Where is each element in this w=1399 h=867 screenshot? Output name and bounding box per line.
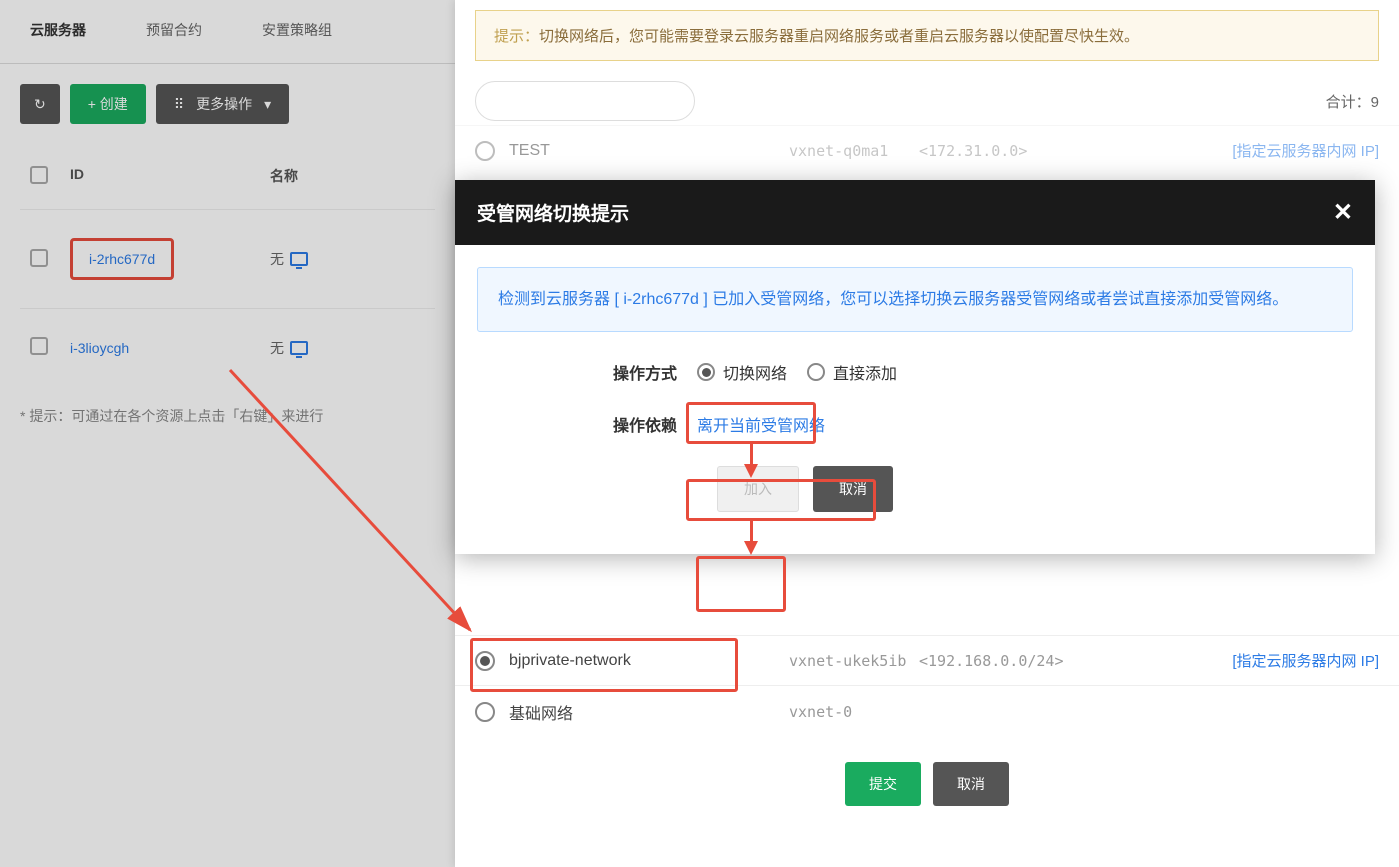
modal-body: 检测到云服务器 [ i-2rhc677d ] 已加入受管网络，您可以选择切换云服… — [455, 245, 1375, 554]
search-input[interactable] — [475, 81, 695, 121]
hint-text: * 提示：可通过在各个资源上点击「右键」来进行 — [0, 386, 455, 446]
info-box: 检测到云服务器 [ i-2rhc677d ] 已加入受管网络，您可以选择切换云服… — [477, 267, 1353, 332]
network-name: bjprivate-network — [509, 652, 789, 670]
modal-cancel-button[interactable]: 取消 — [813, 466, 893, 512]
col-id: ID — [70, 166, 270, 187]
create-button[interactable]: + 创建 — [70, 84, 146, 124]
op-mode-label: 操作方式 — [477, 360, 697, 384]
arrow-down-icon — [744, 541, 758, 555]
refresh-button[interactable]: ↻ — [20, 84, 60, 124]
radio-label: 直接添加 — [833, 360, 897, 384]
warning-text: 切换网络后，您可能需要登录云服务器重启网络服务或者重启云服务器以使配置尽快生效。 — [539, 28, 1139, 45]
table-row[interactable]: i-3lioycgh 无 — [20, 308, 435, 386]
op-depend-label: 操作依赖 — [477, 412, 697, 436]
modal-title: 受管网络切换提示 — [477, 199, 629, 226]
network-id: vxnet-q0ma1 — [789, 142, 919, 160]
tab-bar: 云服务器 预留合约 安置策略组 — [0, 0, 455, 64]
network-cidr: <192.168.0.0/24> — [919, 652, 1059, 670]
network-row[interactable]: bjprivate-network vxnet-ukek5ib <192.168… — [455, 635, 1399, 685]
arrow-down-icon — [744, 464, 758, 478]
total-label: 合计： — [1326, 94, 1371, 111]
op-mode-row: 操作方式 切换网络 直接添加 — [477, 360, 1353, 384]
op-depend-row: 操作依赖 离开当前受管网络 — [477, 412, 1353, 436]
main-panel: 云服务器 预留合约 安置策略组 ↻ + 创建 ⠿ 更多操作 ▾ ID 名称 i-… — [0, 0, 455, 867]
grid-icon: ⠿ — [174, 96, 184, 113]
table-row[interactable]: i-2rhc677d 无 — [20, 209, 435, 308]
radio-switch-network[interactable]: 切换网络 — [697, 360, 787, 384]
table-header: ID 名称 — [20, 144, 435, 209]
radio-direct-add[interactable]: 直接添加 — [807, 360, 897, 384]
chevron-down-icon: ▾ — [264, 96, 271, 113]
name-text: 无 — [270, 338, 284, 358]
tab-reserved[interactable]: 预留合约 — [116, 0, 232, 63]
switch-network-modal: 受管网络切换提示 ✕ 检测到云服务器 [ i-2rhc677d ] 已加入受管网… — [455, 180, 1375, 554]
leave-network-link[interactable]: 离开当前受管网络 — [697, 412, 825, 436]
cancel-button[interactable]: 取消 — [933, 762, 1009, 806]
network-id: vxnet-0 — [789, 703, 919, 721]
more-label: 更多操作 — [196, 94, 252, 114]
network-radio[interactable] — [475, 702, 495, 722]
radio-icon — [807, 363, 825, 381]
network-radio[interactable] — [475, 651, 495, 671]
tab-vm[interactable]: 云服务器 — [0, 0, 116, 63]
search-row: 合计：9 — [455, 71, 1399, 125]
total-value: 9 — [1371, 94, 1379, 111]
vm-table: ID 名称 i-2rhc677d 无 i-3lioycgh 无 — [0, 144, 455, 386]
network-row[interactable]: TEST vxnet-q0ma1 <172.31.0.0> [指定云服务器内网 … — [455, 125, 1399, 175]
network-row[interactable]: 基础网络 vxnet-0 — [455, 685, 1399, 738]
monitor-icon[interactable] — [290, 252, 308, 266]
radio-label: 切换网络 — [723, 360, 787, 384]
more-actions-button[interactable]: ⠿ 更多操作 ▾ — [156, 84, 289, 124]
tab-placement[interactable]: 安置策略组 — [232, 0, 362, 63]
join-button[interactable]: 加入 — [717, 466, 799, 512]
assign-ip-link[interactable]: [指定云服务器内网 IP] — [1232, 650, 1379, 671]
annotation-arrow — [750, 444, 753, 466]
vm-id-link[interactable]: i-2rhc677d — [70, 238, 174, 280]
name-text: 无 — [270, 249, 284, 269]
monitor-icon[interactable] — [290, 341, 308, 355]
network-radio[interactable] — [475, 141, 495, 161]
total-count: 合计：9 — [1326, 91, 1379, 112]
assign-ip-link[interactable]: [指定云服务器内网 IP] — [1232, 140, 1379, 161]
network-cidr: <172.31.0.0> — [919, 142, 1059, 160]
submit-button[interactable]: 提交 — [845, 762, 921, 806]
row-checkbox[interactable] — [30, 249, 48, 267]
modal-actions: 加入 取消 — [477, 466, 1353, 532]
warning-prefix: 提示： — [494, 28, 539, 45]
network-name: 基础网络 — [509, 700, 789, 724]
row-checkbox[interactable] — [30, 337, 48, 355]
radio-icon — [697, 363, 715, 381]
modal-header: 受管网络切换提示 ✕ — [455, 180, 1375, 245]
drawer-actions: 提交 取消 — [455, 738, 1399, 830]
select-all-checkbox[interactable] — [30, 166, 48, 184]
warning-banner: 提示：切换网络后，您可能需要登录云服务器重启网络服务或者重启云服务器以使配置尽快… — [475, 10, 1379, 61]
network-name: TEST — [509, 142, 789, 160]
vm-id-link[interactable]: i-3lioycgh — [70, 340, 129, 356]
refresh-icon: ↻ — [34, 96, 46, 113]
col-name: 名称 — [270, 166, 390, 187]
close-icon[interactable]: ✕ — [1333, 198, 1353, 227]
toolbar: ↻ + 创建 ⠿ 更多操作 ▾ — [0, 64, 455, 144]
annotation-arrow — [750, 521, 753, 543]
network-id: vxnet-ukek5ib — [789, 652, 919, 670]
